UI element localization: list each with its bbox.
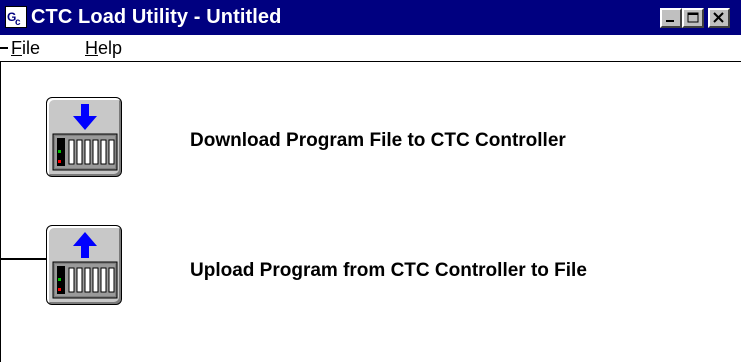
window-left-border — [0, 62, 1, 362]
title-bar[interactable]: G c CTC Load Utility - Untitled — [0, 0, 741, 35]
controller-download-icon — [52, 104, 118, 171]
download-button[interactable] — [46, 97, 122, 177]
menu-file[interactable]: File — [11, 38, 40, 59]
menu-separator — [0, 61, 741, 62]
main-window: G c CTC Load Utility - Untitled File Hel… — [0, 0, 741, 362]
upload-button[interactable] — [46, 225, 122, 305]
ctc-app-icon[interactable]: G c — [5, 6, 27, 28]
minimize-button[interactable] — [660, 8, 682, 28]
menu-help-mnemonic: H — [85, 38, 98, 58]
close-button[interactable] — [708, 8, 730, 28]
window-title: CTC Load Utility - Untitled — [31, 6, 282, 28]
menu-file-label: ile — [22, 38, 41, 58]
menu-bar: File Help — [0, 35, 741, 61]
maximize-button[interactable] — [682, 8, 704, 28]
callout-line-upload — [0, 258, 46, 260]
callout-line-menu — [0, 47, 8, 49]
svg-text:c: c — [15, 17, 21, 27]
menu-help-label: elp — [98, 38, 123, 58]
menu-file-mnemonic: F — [11, 38, 22, 58]
download-label: Download Program File to CTC Controller — [190, 130, 566, 151]
menu-help[interactable]: Help — [85, 38, 122, 59]
controller-upload-icon — [52, 232, 118, 299]
upload-label: Upload Program from CTC Controller to Fi… — [190, 260, 587, 281]
